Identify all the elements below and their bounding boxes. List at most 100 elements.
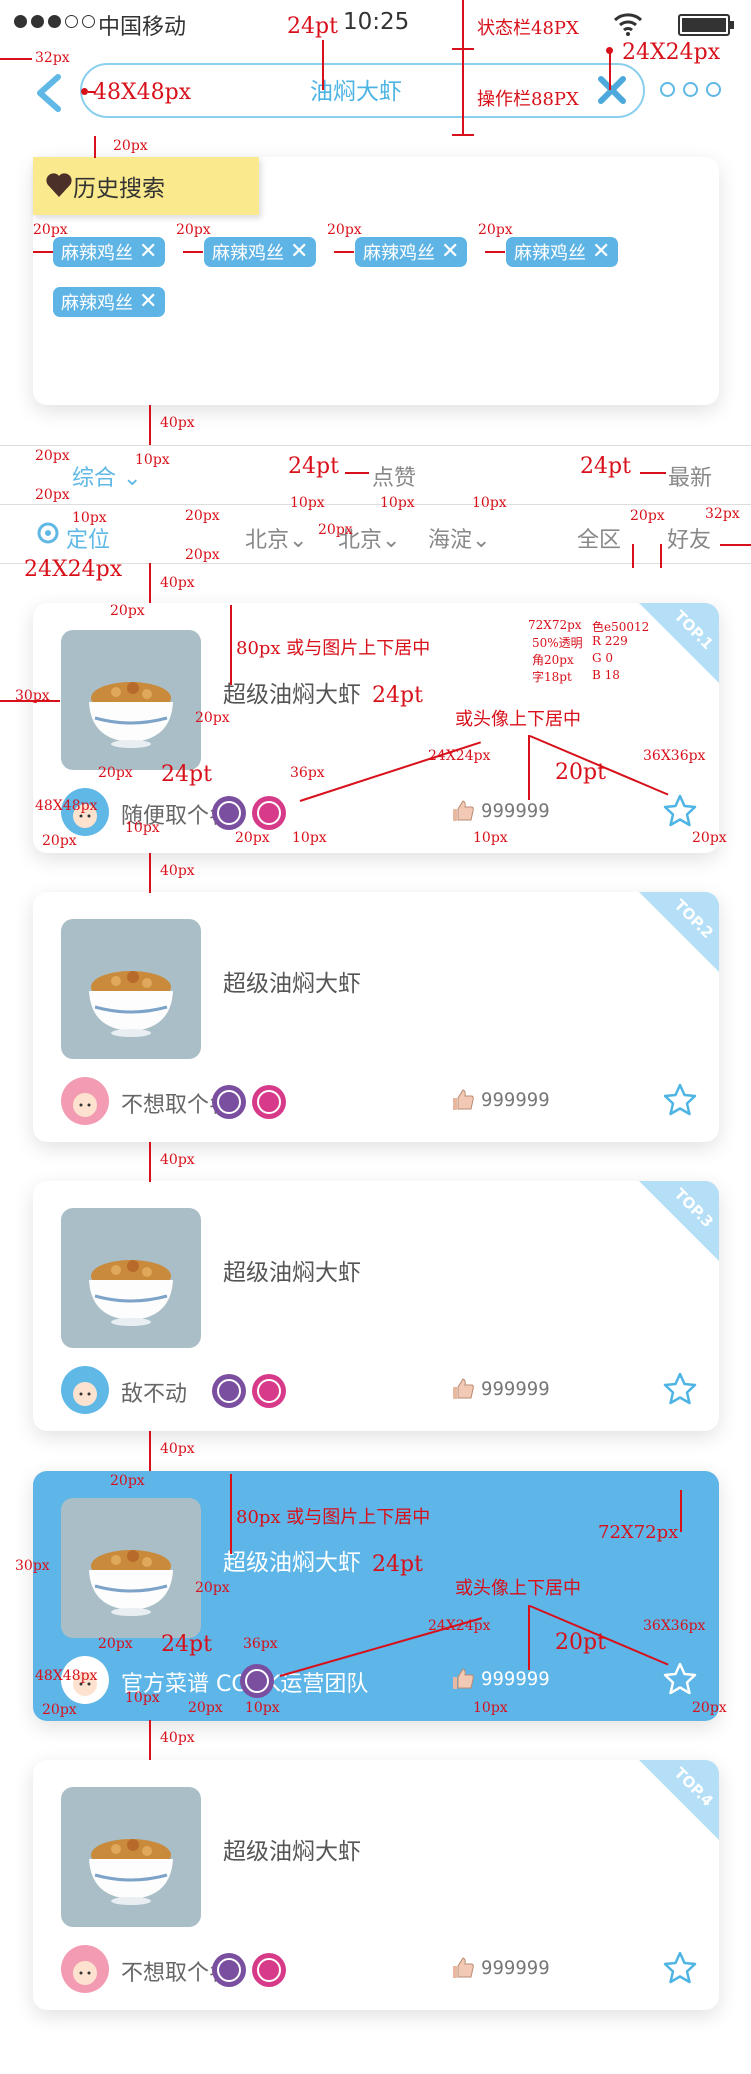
avatar-face-icon [73,1093,97,1117]
annotation-line [660,544,662,568]
annotation: 40px [160,415,195,431]
annotation: 24pt [372,1552,423,1577]
annotation: 48X48px [35,1668,98,1684]
annotation-line [149,1431,151,1471]
annotation: 72X72px [598,1522,679,1543]
favorite-star-icon[interactable] [662,1950,698,1986]
recipe-thumbnail[interactable] [61,1787,201,1927]
user-avatar[interactable] [61,1077,109,1125]
annotation: 30px [15,1558,50,1574]
divider [0,445,751,446]
recipe-card[interactable]: 超级油焖大虾 不想取个名 999999 TOP.4 [33,1760,719,2010]
annotation: 20px [195,710,230,726]
like-count[interactable]: 999999 [451,799,550,823]
history-chip[interactable]: 麻辣鸡丝 ✕ [355,237,468,267]
wifi-icon [613,13,643,36]
favorite-star-icon[interactable] [662,1661,698,1697]
favorite-star-icon[interactable] [662,1371,698,1407]
recipe-thumbnail[interactable] [61,919,201,1059]
favorite-star-icon[interactable] [662,1082,698,1118]
history-chip[interactable]: 麻辣鸡丝 ✕ [53,237,166,267]
annotation: 80px 或与图片上下居中 [236,638,431,659]
annotation: 色e50012 [592,620,650,634]
remove-icon[interactable]: ✕ [139,291,157,313]
user-name[interactable]: 敌不动 [121,1376,187,1408]
recipe-title[interactable]: 超级油焖大虾 [223,675,361,709]
thumbs-up-icon[interactable] [451,1667,475,1691]
filter-location[interactable]: 定位 [66,522,110,554]
annotation: 10px [135,452,170,468]
user-avatar[interactable] [61,1366,109,1414]
annotation-line [452,48,474,50]
recipe-thumbnail[interactable] [61,1498,201,1638]
filter-friends[interactable]: 好友 [667,522,711,554]
annotation-line [230,1474,232,1554]
back-arrow-icon[interactable] [32,73,64,113]
thumbs-up-icon[interactable] [451,1088,475,1112]
clear-icon[interactable] [597,75,627,105]
filter-all-area[interactable]: 全区 [577,522,621,554]
remove-icon[interactable]: ✕ [290,241,308,263]
remove-icon[interactable]: ✕ [441,241,459,263]
annotation: 20px [318,522,353,538]
recipe-title[interactable]: 超级油焖大虾 [223,1253,361,1287]
annotation: 24X24px [24,557,123,582]
medal-badge-icon [252,1953,286,1987]
annotation: 20px [327,222,362,238]
medal-badge-icon [212,796,246,830]
history-chip[interactable]: 麻辣鸡丝 ✕ [53,287,166,317]
annotation: 或头像上下居中 [455,709,581,730]
medal-badge-icon [212,1085,246,1119]
annotation: B 18 [592,668,620,682]
like-count[interactable]: 999999 [451,1377,550,1401]
annotation: 20px [630,508,665,524]
annotation-line [334,251,354,253]
remove-icon[interactable]: ✕ [592,241,610,263]
annotation: 24pt [161,762,212,787]
like-count[interactable]: 999999 [451,1088,550,1112]
annotation: R 229 [592,634,628,648]
rice-bowl-icon [89,1839,173,1905]
annotation: 24pt [161,1632,212,1657]
annotation-line [88,91,96,93]
recipe-card[interactable]: 超级油焖大虾 敌不动 999999 TOP.3 [33,1181,719,1431]
user-avatar[interactable] [61,1945,109,1993]
annotation: 48X48px [35,798,98,814]
history-chip[interactable]: 麻辣鸡丝 ✕ [204,237,317,267]
remove-icon[interactable]: ✕ [139,241,157,263]
chip-label: 麻辣鸡丝 [363,243,435,264]
annotation-line [149,853,151,893]
sort-comprehensive[interactable]: 综合 ⌄ [72,460,141,492]
filter-city[interactable]: 北京⌄ [245,522,307,554]
sort-likes[interactable]: 点赞 [372,460,416,492]
like-count[interactable]: 999999 [451,1667,550,1691]
annotation: 10px [245,1700,280,1716]
annotation-line [149,1720,151,1760]
recipe-title[interactable]: 超级油焖大虾 [223,1543,361,1577]
avatar-face-icon [73,1382,97,1406]
annotation-line [230,605,232,685]
annotation: 20px [33,222,68,238]
recipe-thumbnail[interactable] [61,1208,201,1348]
annotation: 20px [98,1636,133,1652]
annotation: 20px [110,603,145,619]
annotation: 10px [125,820,160,836]
annotation: 状态栏48PX [477,18,579,39]
sort-comprehensive-label: 综合 [72,466,117,491]
recipe-title[interactable]: 超级油焖大虾 [223,1832,361,1866]
annotation: 24X24px [622,40,721,65]
recipe-card[interactable]: 超级油焖大虾 不想取个名 999999 TOP.2 [33,892,719,1142]
annotation: 36px [243,1636,278,1652]
annotation: 10px [125,1690,160,1706]
filter-district-haidian[interactable]: 海淀⌄ [428,522,490,554]
thumbs-up-icon[interactable] [451,1956,475,1980]
recipe-title[interactable]: 超级油焖大虾 [223,964,361,998]
like-count[interactable]: 999999 [451,1956,550,1980]
thumbs-up-icon[interactable] [451,799,475,823]
sort-latest[interactable]: 最新 [668,460,712,492]
favorite-star-icon[interactable] [662,793,698,829]
history-chip[interactable]: 麻辣鸡丝 ✕ [506,237,619,267]
more-icon[interactable] [660,82,721,97]
thumbs-up-icon[interactable] [451,1377,475,1401]
recipe-thumbnail[interactable] [61,630,201,770]
